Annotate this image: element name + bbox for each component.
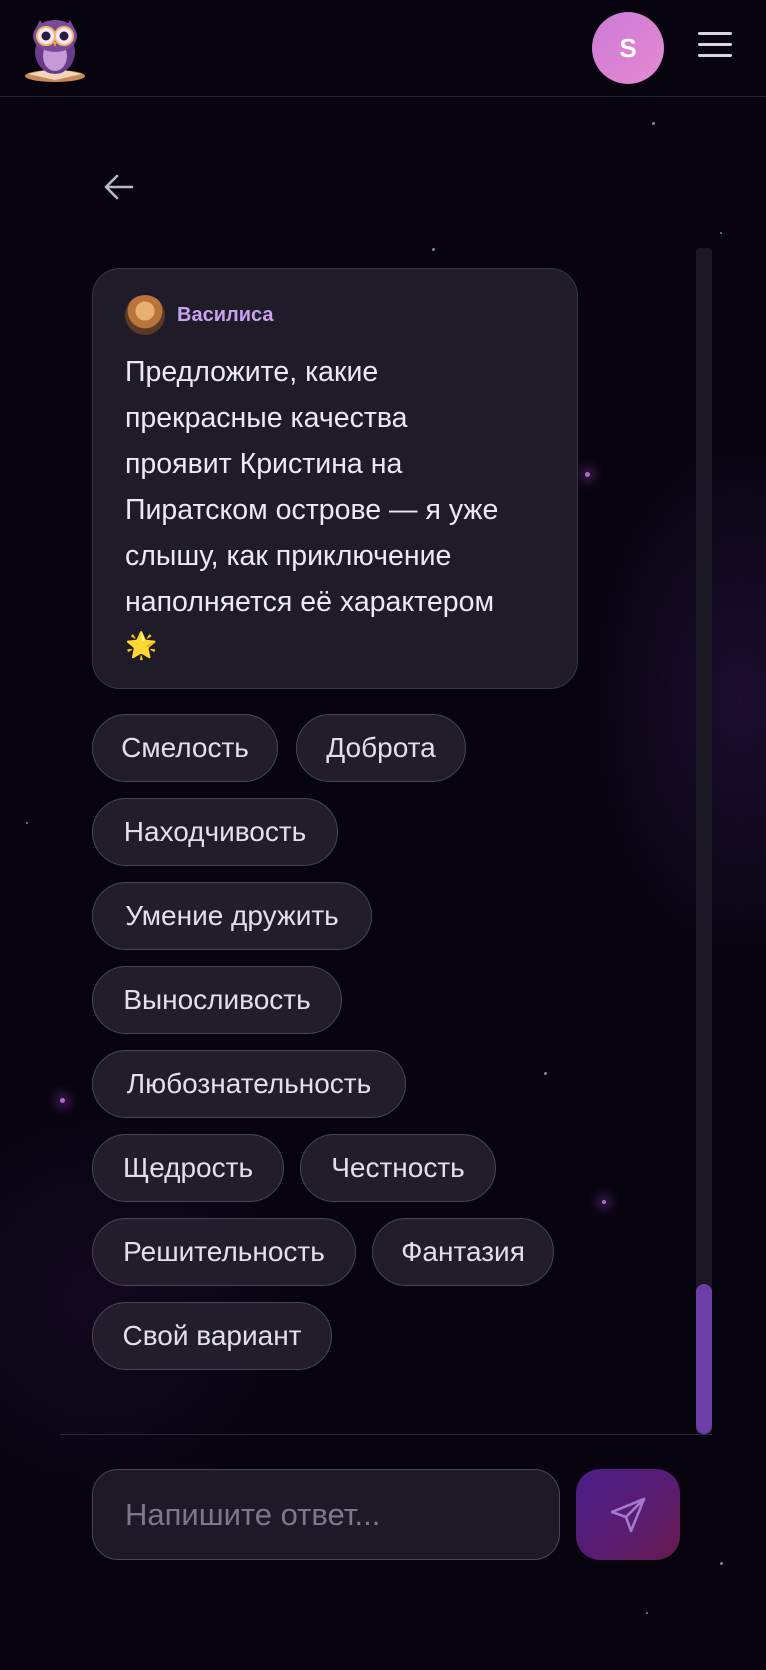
arrow-left-icon[interactable]: [102, 170, 136, 204]
send-button[interactable]: [576, 1469, 680, 1560]
option-chip-lyuboznatelnost[interactable]: Любознательность: [92, 1050, 406, 1118]
star-decoration: [646, 1612, 648, 1614]
message-line: слышу, как приключение: [125, 540, 452, 572]
option-chip-nahodchivost[interactable]: Находчивость: [92, 798, 338, 866]
paper-plane-send-icon: [610, 1497, 646, 1532]
reply-input-wrapper[interactable]: [92, 1469, 560, 1560]
star-decoration: [544, 1072, 547, 1075]
star-decoration: [60, 1098, 65, 1103]
message-line: наполняется её характером: [125, 586, 495, 618]
message-sender: Василиса: [125, 295, 545, 335]
star-decoration: [720, 232, 722, 234]
option-chip-fantaziya[interactable]: Фантазия: [372, 1218, 554, 1286]
star-decoration: [652, 122, 655, 125]
star-decoration: [585, 472, 590, 477]
user-avatar[interactable]: S: [592, 12, 664, 84]
scrollbar[interactable]: [696, 248, 712, 1434]
message-line: прекрасные качества: [125, 402, 408, 434]
option-chip-vynoslivost[interactable]: Выносливость: [92, 966, 342, 1034]
sender-name: Василиса: [177, 303, 274, 326]
star-decoration: [602, 1200, 606, 1204]
option-chip-smelost[interactable]: Смелость: [92, 714, 278, 782]
hamburger-menu-icon[interactable]: [698, 32, 732, 62]
star-decoration: [432, 248, 435, 251]
message-line: Предложите, какие: [125, 356, 379, 388]
option-chip-umenie-druzhit[interactable]: Умение дружить: [92, 882, 372, 950]
option-chip-shchedrost[interactable]: Щедрость: [92, 1134, 284, 1202]
chat-page: S Василиса Предложите, какие прекрасные …: [0, 0, 766, 1670]
star-emoji-icon: 🌟: [125, 630, 158, 660]
option-chip-dobrota[interactable]: Доброта: [296, 714, 466, 782]
assistant-message-card: Василиса Предложите, какие прекрасные ка…: [92, 268, 578, 689]
owl-logo-icon[interactable]: [18, 10, 92, 84]
reply-input[interactable]: [93, 1470, 559, 1559]
option-chip-reshitelnost[interactable]: Решительность: [92, 1218, 356, 1286]
star-decoration: [26, 822, 28, 824]
sender-avatar: [125, 295, 165, 335]
scrollbar-thumb[interactable]: [696, 1284, 712, 1434]
star-decoration: [720, 1562, 723, 1565]
composer-divider: [60, 1434, 712, 1435]
option-chip-chestnost[interactable]: Честность: [300, 1134, 496, 1202]
message-text: Предложите, какие прекрасные качества пр…: [125, 349, 545, 665]
message-line: проявит Кристина на: [125, 448, 403, 480]
app-header: S: [0, 0, 766, 97]
option-chip-svoy-variant[interactable]: Свой вариант: [92, 1302, 332, 1370]
message-line: Пиратском острове — я уже: [125, 494, 499, 526]
